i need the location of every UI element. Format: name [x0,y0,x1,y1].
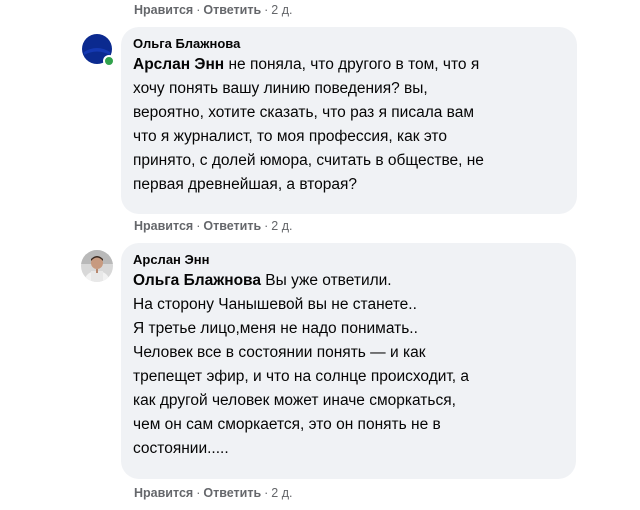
comment-bubble: Арслан Энн Ольга Блажнова Вы уже ответил… [121,243,576,479]
comment-line: состоянии..... [133,440,229,457]
comment-line: Я третье лицо,меня не надо понимать.. [133,320,418,337]
reply-link[interactable]: Ответить [203,219,261,233]
separator: · [264,486,269,500]
comment-author[interactable]: Ольга Блажнова [133,35,565,52]
reply-link[interactable]: Ответить [203,3,261,17]
comment-actions: Нравится · Ответить · 2 д. [134,486,293,500]
comment-bubble: Ольга Блажнова Арслан Энн не поняла, что… [121,27,577,214]
comment-text: Арслан Энн не поняла, что другого в том,… [133,53,565,197]
comment-line: трепещет эфир, и что на солнце происходи… [133,368,470,385]
comment-line: первая древнейшая, а вторая? [133,176,358,193]
comment-line: что я журналист, то моя профессия, как э… [133,128,447,145]
comment-line: вероятно, хотите сказать, что раз я писа… [133,104,474,121]
comment-line: Ольга Блажнова Вы уже ответили. [133,269,564,293]
person-photo-avatar-icon [81,250,113,282]
comment-line: хочу понять вашу линию поведения? вы, [133,80,428,97]
like-link[interactable]: Нравится [134,219,193,233]
comment-line: как другой человек может иначе сморкатьс… [133,392,456,409]
comment-line: чем он сам сморкается, это он понять не … [133,416,441,433]
comment-line: Человек все в состоянии понять — и как [133,344,426,361]
comment-line: принято, с долей юмора, считать в общест… [133,152,484,169]
separator: · [196,3,201,17]
mention-link[interactable]: Ольга Блажнова [133,272,261,289]
separator: · [196,219,201,233]
comment-text: Ольга Блажнова Вы уже ответили. На сторо… [133,269,564,461]
separator: · [264,3,269,17]
comment-author[interactable]: Арслан Энн [133,251,564,268]
comment-text-fragment: Вы уже ответили. [260,272,392,289]
mention-link[interactable]: Арслан Энн [133,56,224,73]
comment-line: На сторону Чанышевой вы не станете.. [133,296,417,313]
timestamp[interactable]: 2 д. [271,486,292,500]
separator: · [196,486,201,500]
like-link[interactable]: Нравится [134,3,193,17]
comment-text-fragment: не поняла, что другого в том, что я [224,56,480,73]
comment-line: Арслан Энн не поняла, что другого в том,… [133,53,565,77]
comment-actions-top: Нравится · Ответить · 2 д. [134,3,293,17]
avatar[interactable] [81,250,113,282]
comment-actions: Нравится · Ответить · 2 д. [134,219,293,233]
timestamp[interactable]: 2 д. [271,219,292,233]
timestamp[interactable]: 2 д. [271,3,292,17]
online-status-indicator [103,55,115,67]
reply-link[interactable]: Ответить [203,486,261,500]
separator: · [264,219,269,233]
like-link[interactable]: Нравится [134,486,193,500]
